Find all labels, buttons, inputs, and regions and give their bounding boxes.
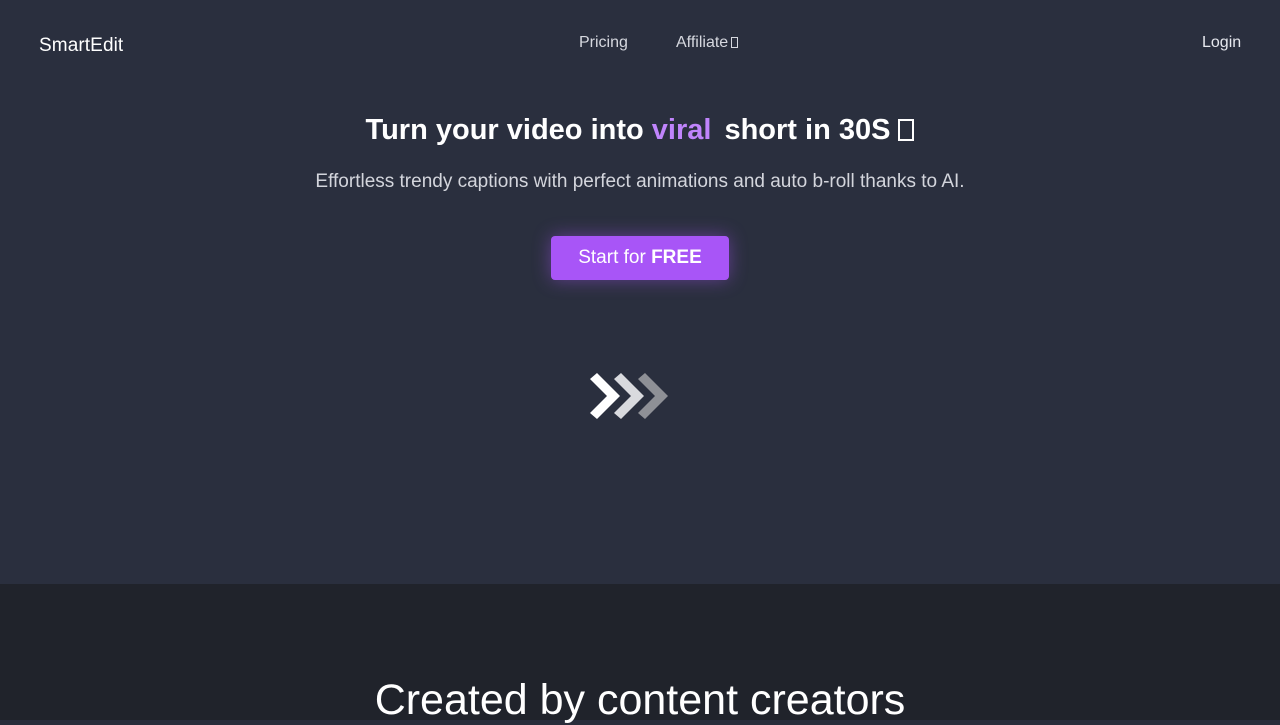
cta-prefix: Start for [578,247,646,268]
cta-emphasis: FREE [651,247,702,268]
creators-section: Created by content creators [0,584,1280,724]
hero-headline: Turn your video into viral short in 30S [0,114,1280,147]
start-free-button[interactable]: Start for FREE [551,236,729,280]
nav-link-pricing-label: Pricing [579,34,628,51]
affiliate-glyph-icon [731,37,739,48]
hero-subheadline: Effortless trendy captions with perfect … [315,171,965,192]
nav-link-pricing[interactable]: Pricing [579,34,628,52]
triple-chevron-right-icon [590,373,668,419]
section-title: Created by content creators [374,676,906,724]
headline-highlight: viral [651,114,712,146]
nav-link-affiliate[interactable]: Affiliate [676,34,739,52]
headline-text-start: Turn your video into [365,114,644,146]
headline-emoji-icon [898,119,915,141]
nav-link-affiliate-label: Affiliate [676,34,729,51]
headline-text-end: short in 30S [724,114,891,146]
login-link[interactable]: Login [1202,34,1241,52]
brand-logo[interactable]: SmartEdit [39,35,123,57]
hero-section: SmartEdit Pricing Affiliate Login Turn y… [0,0,1280,584]
